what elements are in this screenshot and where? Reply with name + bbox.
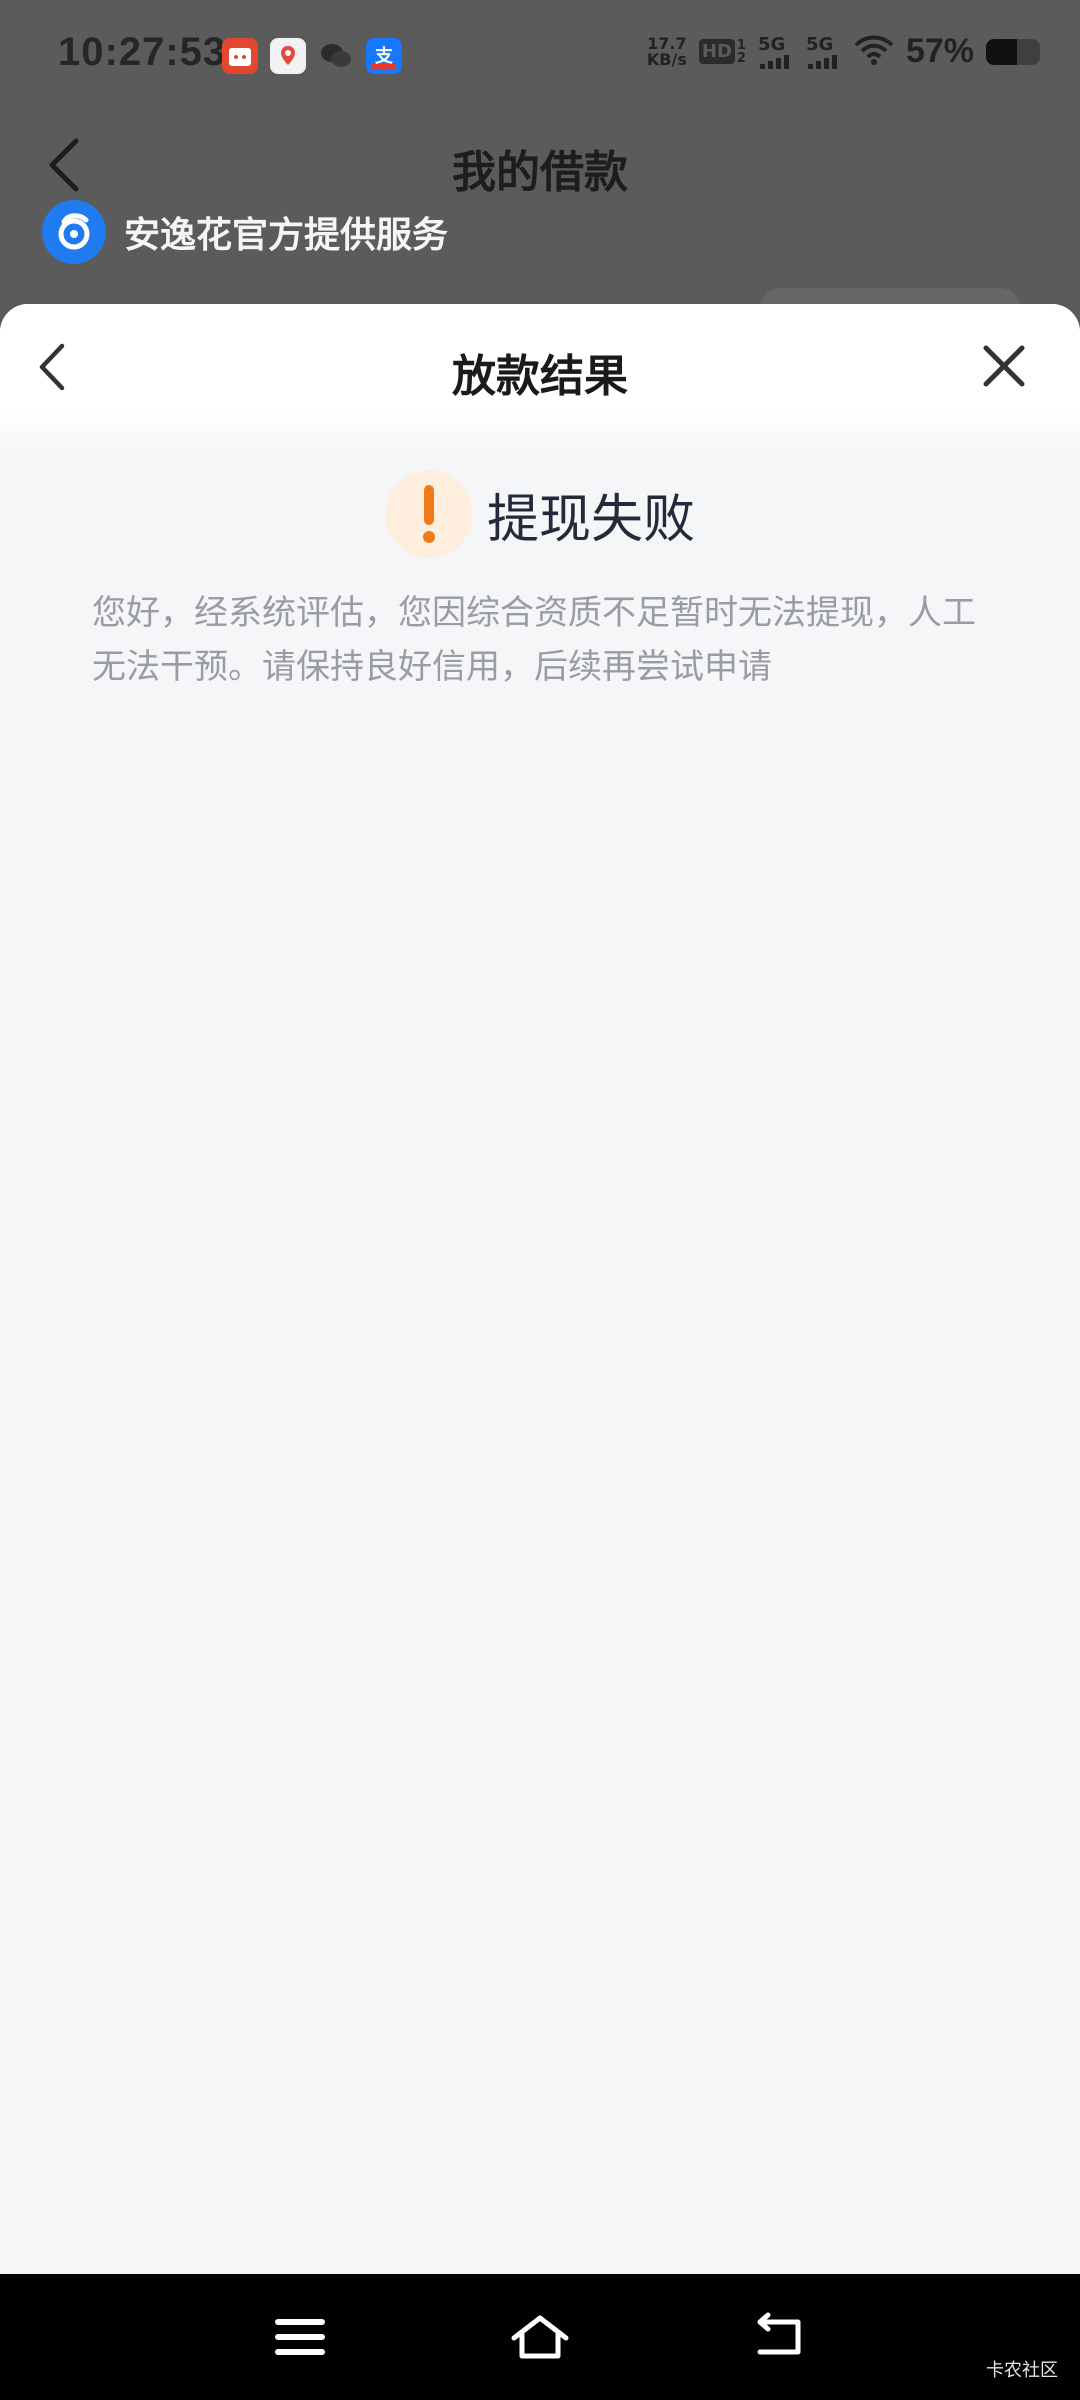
wechat-icon xyxy=(318,38,354,74)
signal-strength-icon-2: 5G xyxy=(806,34,842,69)
back-nav-button[interactable] xyxy=(750,2312,810,2362)
close-button[interactable] xyxy=(980,342,1028,390)
status-indicators: 17.7 KB/s HD 1 2 5G 5G 57% xyxy=(647,32,1040,71)
alipay-icon: 支 xyxy=(366,38,402,74)
status-time: 10:27:53 xyxy=(58,30,227,74)
provider-banner: 安逸花官方提供服务 xyxy=(42,200,448,264)
battery-percent: 57% xyxy=(905,32,974,70)
maps-app-icon xyxy=(270,38,306,74)
background-page-title: 我的借款 xyxy=(452,147,628,198)
svg-text:支: 支 xyxy=(374,45,394,67)
sheet-title: 放款结果 xyxy=(452,351,628,402)
close-icon xyxy=(983,345,1025,387)
anyihua-logo-icon xyxy=(42,200,106,264)
calendar-app-icon xyxy=(222,38,258,74)
home-icon xyxy=(511,2315,569,2359)
home-button[interactable] xyxy=(510,2312,570,2362)
battery-fill xyxy=(986,38,1017,65)
notification-icons: 支 xyxy=(222,38,402,74)
result-title: 提现失败 xyxy=(486,489,695,550)
menu-button[interactable] xyxy=(270,2312,330,2362)
network-speed: 17.7 KB/s xyxy=(646,33,687,69)
wifi-icon xyxy=(854,34,894,70)
result-message: 您好，经系统评估，您因综合资质不足暂时无法提现，人工无法干预。请保持良好信用，后… xyxy=(92,593,976,687)
sheet-header: 放款结果 xyxy=(0,304,1080,454)
battery-icon xyxy=(986,38,1040,65)
signal-strength-icon-1: 5G xyxy=(758,34,794,69)
watermark-text: 卡农社区 xyxy=(986,2360,1058,2381)
result-status: 提现失败 xyxy=(0,470,1080,558)
provider-text: 安逸花官方提供服务 xyxy=(124,215,449,256)
warning-icon xyxy=(384,470,473,558)
return-icon xyxy=(757,2312,801,2355)
status-bar: 10:27:53 支 17.7 KB/s HD 1 2 5G 5G 57% xyxy=(0,0,1080,120)
menu-icon xyxy=(275,2319,325,2355)
loan-result-sheet: 放款结果 提现失败 您好，经系统评估，您因综合资质不足暂时无法提现，人工无法干预… xyxy=(0,304,1080,2274)
navigation-bar: 卡农社区 xyxy=(0,2274,1080,2400)
screen: 10:27:53 支 17.7 KB/s HD 1 2 5G 5G 57% 我的… xyxy=(0,0,1080,2400)
hd-indicator: HD 1 2 xyxy=(698,39,746,65)
